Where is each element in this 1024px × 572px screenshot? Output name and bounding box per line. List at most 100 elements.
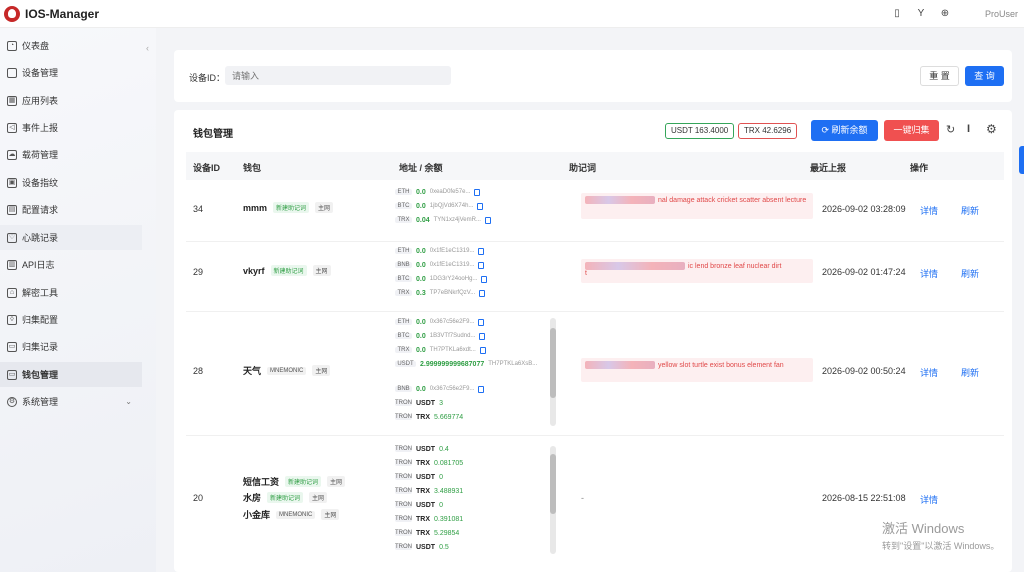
scrollbar-thumb[interactable] (550, 454, 556, 514)
refresh-link[interactable]: 刷新 (961, 204, 979, 217)
sidebar-item-api-log[interactable]: ▥ API日志 (0, 252, 142, 277)
wallet-entry: mmm 新建助记词 主网 (243, 202, 334, 213)
wallet-entry: vkyrf 新建助记词 主网 (243, 265, 331, 276)
sidebar: ‹ ◔ 仪表盘 设备管理 ▦ 应用列表 ◁ 事件上报 ☁ 载荷管理 ▣ 设备指纹 ▤ 配置请… (0, 28, 156, 572)
detail-link[interactable]: 详情 (920, 267, 938, 280)
sidebar-item-collect-config[interactable]: ◊ 归集配置 (0, 307, 142, 332)
address-line: BTC 0.0 1jbQjVd6X74h... (395, 199, 484, 213)
device-id-input[interactable] (225, 66, 451, 85)
fingerprint-icon: ▣ (7, 177, 17, 188)
token-line: TRON USDT 0 (395, 473, 443, 481)
address-line: BNB 0.0 0x1fE1eC1319... (395, 258, 485, 272)
device-id: 28 (193, 366, 204, 376)
address-scrollbar[interactable] (550, 446, 556, 554)
network-badge: 主网 (309, 492, 328, 503)
dashboard-icon: ◔ (7, 40, 17, 51)
copy-icon[interactable] (481, 275, 488, 283)
sidebar-item-dashboard[interactable]: ◔ 仪表盘 (0, 33, 142, 58)
token-line: TRON TRX 0.391081 (395, 515, 464, 523)
top-bar: IOS-Manager ▯ Y ⊕ ProUser (0, 0, 1024, 28)
lock-icon: ⌂ (7, 287, 17, 298)
sidebar-item-devices[interactable]: 设备管理 (0, 60, 142, 85)
detail-link[interactable]: 详情 (920, 493, 938, 506)
wallet-name: 水房 (243, 493, 262, 503)
copy-icon[interactable] (474, 188, 481, 196)
sidebar-item-payloads[interactable]: ☁ 载荷管理 (0, 142, 142, 167)
settings-icon[interactable]: ⚙ (986, 122, 997, 136)
table-row: 34 mmm 新建助记词 主网 ETH 0.0 0xeaD0fe57e... BTC… (186, 180, 1004, 242)
collect-all-button[interactable]: 一键归集 (884, 120, 939, 141)
sidebar-item-heartbeat[interactable]: ♡ 心跳记录 (0, 225, 142, 250)
side-drawer-handle[interactable] (1019, 146, 1024, 174)
mnemonic-mask (585, 196, 655, 204)
address-line: ETH 0.0 0x1fE1eC1319... (395, 244, 485, 258)
device-id: 34 (193, 204, 204, 214)
refresh-icon: ⟳ (821, 125, 832, 135)
wallet-name: 短信工资 (243, 477, 280, 487)
token-line: TRON TRX 0.081705 (395, 459, 464, 467)
collapse-sidebar-icon[interactable]: ‹ (146, 43, 149, 53)
source-badge: 新建助记词 (273, 202, 310, 213)
detail-link[interactable]: 详情 (920, 366, 938, 379)
copy-icon[interactable] (478, 318, 485, 326)
col-address: 地址 / 余额 (399, 163, 443, 173)
detail-link[interactable]: 详情 (920, 204, 938, 217)
sidebar-item-config[interactable]: ▤ 配置请求 (0, 197, 142, 222)
scrollbar-thumb[interactable] (550, 328, 556, 398)
copy-icon[interactable] (478, 261, 485, 269)
network-badge: 主网 (321, 509, 340, 520)
user-name[interactable]: ProUser (985, 9, 1018, 19)
token-line: TRON USDT 0.5 (395, 543, 449, 551)
sidebar-item-fingerprint[interactable]: ▣ 设备指纹 (0, 170, 142, 195)
app-title: IOS-Manager (25, 6, 100, 21)
mnemonic-mask (585, 262, 685, 270)
device-id: 20 (193, 493, 204, 503)
last-report-time: 2026-09-02 03:28:09 (822, 204, 906, 214)
chevron-down-icon: ⌄ (125, 397, 132, 406)
col-wallet: 钱包 (243, 163, 262, 173)
col-actions: 操作 (910, 163, 929, 173)
sidebar-item-system[interactable]: ⚙ 系统管理 ⌄ (0, 389, 142, 414)
mnemonic-empty: - (581, 493, 584, 503)
copy-icon[interactable] (479, 346, 486, 354)
mnemonic-cell: ic lend bronze leaf nuclear dirt t (581, 259, 813, 283)
address-scrollbar[interactable] (550, 318, 556, 426)
copy-icon[interactable] (479, 289, 486, 297)
source-badge: MNEMONIC (276, 510, 316, 519)
sidebar-item-collect-records[interactable]: ▭ 归集记录 (0, 334, 142, 359)
sidebar-item-wallets[interactable]: ▭ 钱包管理 (0, 362, 142, 387)
sidebar-item-decrypt[interactable]: ⌂ 解密工具 (0, 280, 142, 305)
refresh-link[interactable]: 刷新 (961, 366, 979, 379)
column-height-icon[interactable]: I (967, 123, 970, 135)
address-line: BTC 0.0 1B3VTf7Sudnd... (395, 329, 486, 343)
address-line: USDT 2.999999999687077 TH7PTKLa6XsB... (395, 357, 537, 371)
query-button[interactable]: 查 询 (965, 66, 1004, 86)
source-badge: MNEMONIC (267, 366, 307, 375)
refresh-link[interactable]: 刷新 (961, 267, 979, 280)
usdt-total-badge: USDT 163.4000 (665, 123, 735, 139)
token-line: TRON USDT 3 (395, 399, 443, 407)
address-line: TRX 0.3 TP7eBNkrfQzV... (395, 286, 486, 300)
token-line: TRON TRX 3.488931 (395, 487, 464, 495)
watermark-line2: 转到"设置"以激活 Windows。 (882, 541, 1000, 551)
reset-button[interactable]: 重 置 (920, 66, 959, 86)
network-badge: 主网 (312, 265, 331, 276)
copy-icon[interactable] (479, 332, 486, 340)
device-id: 29 (193, 267, 204, 277)
copy-icon[interactable] (478, 385, 485, 393)
copy-icon[interactable] (478, 247, 485, 255)
refresh-balance-button[interactable]: ⟳ 刷新余额 (811, 120, 878, 141)
branch-icon[interactable]: Y (916, 8, 926, 19)
sidebar-item-events[interactable]: ◁ 事件上报 (0, 115, 142, 140)
phone-icon[interactable]: ▯ (892, 8, 902, 19)
address-line: TRX 0.04 TYN1xz4jVemR... (395, 213, 491, 227)
globe-icon[interactable]: ⊕ (940, 8, 950, 19)
copy-icon[interactable] (484, 216, 491, 224)
copy-icon[interactable] (477, 202, 484, 210)
api-icon: ▥ (7, 259, 17, 270)
token-line: TRON USDT 0 (395, 501, 443, 509)
network-badge: 主网 (312, 365, 331, 376)
reload-icon[interactable]: ↻ (946, 123, 955, 136)
record-icon: ▭ (7, 341, 17, 352)
sidebar-item-apps[interactable]: ▦ 应用列表 (0, 88, 142, 113)
